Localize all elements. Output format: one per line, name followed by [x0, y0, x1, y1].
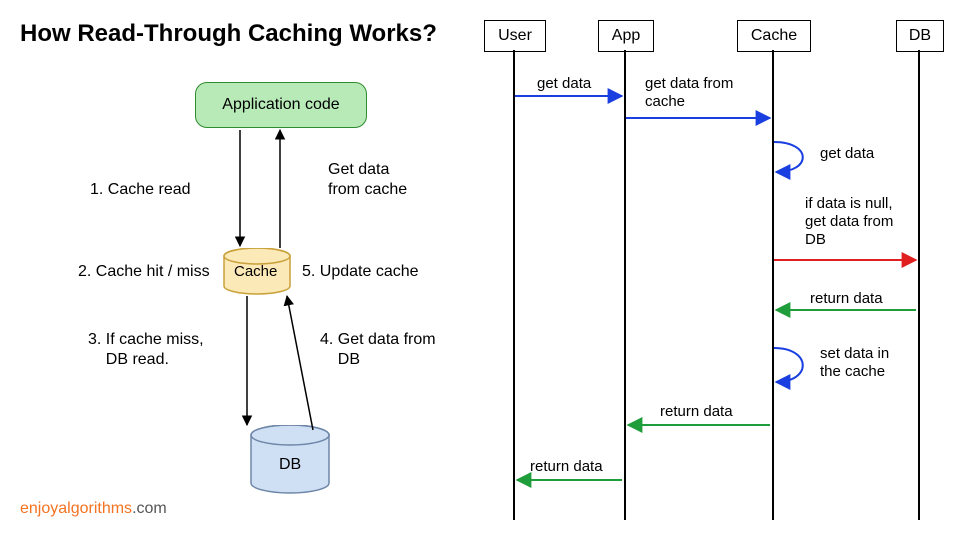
step-get-label: Get data from cache [328, 160, 407, 200]
actor-user-label: User [498, 27, 532, 45]
step-1-label: 1. Cache read [90, 180, 191, 200]
app-code-label: Application code [222, 96, 339, 114]
actor-cache-label: Cache [751, 27, 797, 45]
msg-5-label: return data [810, 290, 883, 308]
diagram-stage: How Read-Through Caching Works? Applicat… [0, 0, 960, 540]
page-title: How Read-Through Caching Works? [20, 20, 437, 48]
msg-8-label: return data [530, 458, 603, 476]
lifeline-app [624, 50, 626, 520]
footer-brand: enjoyalgorithms.com [20, 500, 167, 518]
step-2-label: 2. Cache hit / miss [78, 262, 210, 282]
cache-label: Cache [234, 263, 277, 282]
msg-2-label: get data from cache [645, 75, 733, 111]
brand-suffix: .com [132, 500, 167, 517]
db-label: DB [279, 455, 301, 475]
actor-cache-box: Cache [737, 20, 811, 52]
step-4-label: 4. Get data from DB [320, 330, 436, 370]
msg-1-label: get data [537, 75, 591, 93]
brand-primary: enjoyalgorithms [20, 500, 132, 517]
msg-7-label: return data [660, 403, 733, 421]
actor-app-label: App [612, 27, 640, 45]
step-5-label: 5. Update cache [302, 262, 419, 282]
msg-6-label: set data in the cache [820, 345, 889, 381]
step-3-label: 3. If cache miss, DB read. [88, 330, 204, 370]
msg-3-label: get data [820, 145, 874, 163]
lifeline-db [918, 50, 920, 520]
app-code-box: Application code [195, 82, 367, 128]
cache-cylinder: Cache [222, 248, 292, 292]
db-cylinder: DB [249, 425, 331, 493]
lifeline-cache [772, 50, 774, 520]
msg-4-label: if data is null, get data from DB [805, 195, 893, 249]
actor-user-box: User [484, 20, 546, 52]
lifeline-user [513, 50, 515, 520]
actor-app-box: App [598, 20, 654, 52]
actor-db-box: DB [896, 20, 944, 52]
actor-db-label: DB [909, 27, 931, 45]
